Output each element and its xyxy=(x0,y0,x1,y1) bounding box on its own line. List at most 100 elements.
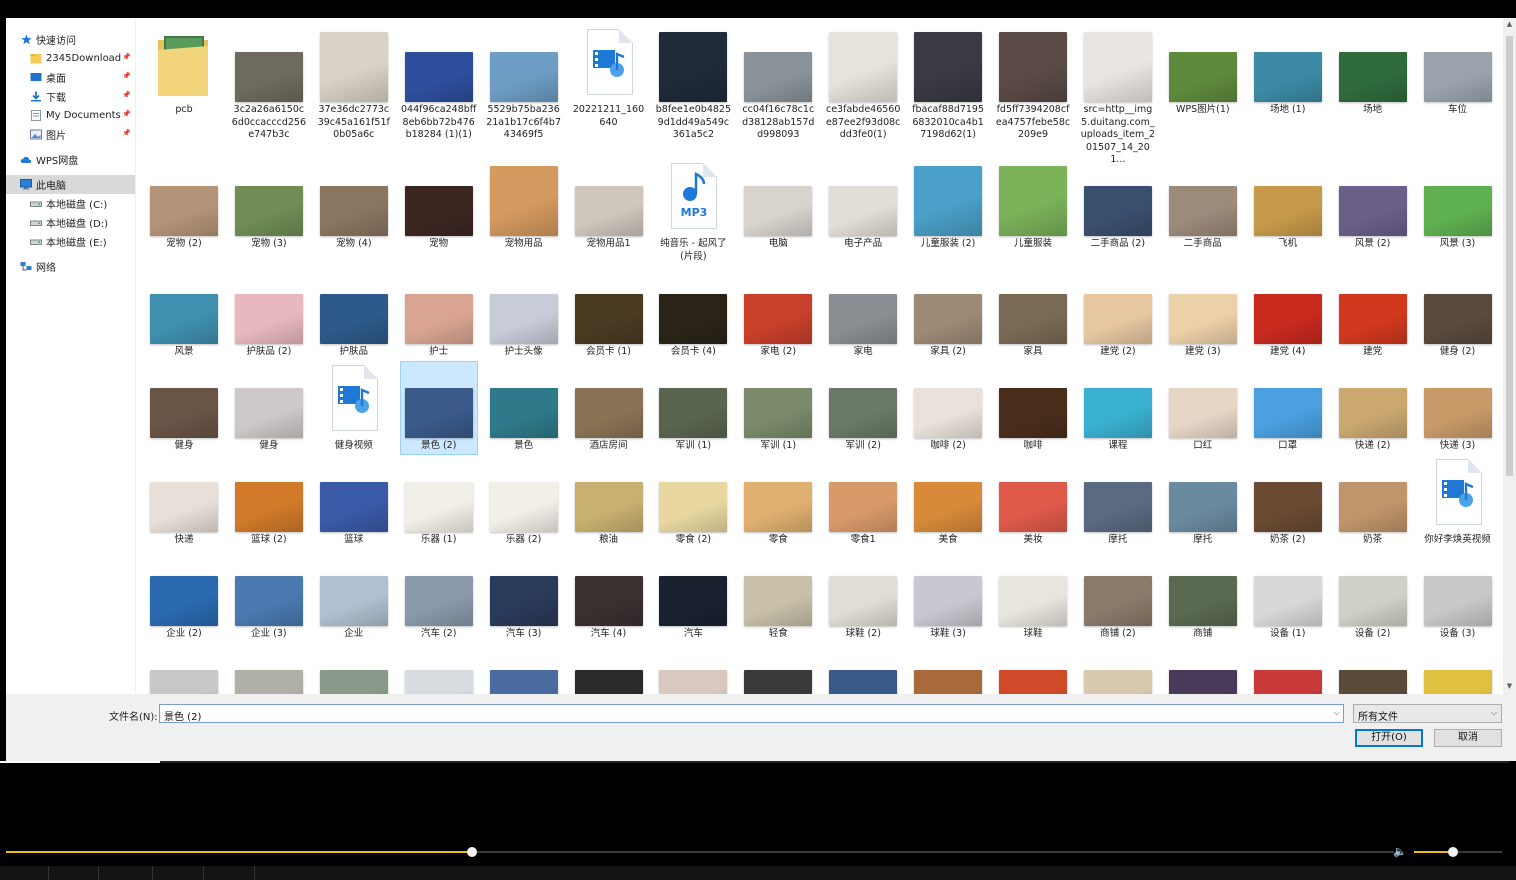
file-item[interactable]: 咖啡 (2) xyxy=(910,362,986,454)
file-item[interactable]: 场地 (1) xyxy=(1250,26,1326,156)
file-item[interactable]: 口罩 xyxy=(1250,362,1326,454)
file-item[interactable]: 飞机 xyxy=(1250,160,1326,264)
file-item[interactable]: 会员卡 (1) xyxy=(571,268,647,360)
nav-item[interactable]: 本地磁盘 (D:) xyxy=(6,213,135,232)
file-item[interactable]: 宠物 (3) xyxy=(231,160,307,264)
nav-item[interactable]: 下载 📌 xyxy=(6,87,135,106)
file-item[interactable]: 汽车 (3) xyxy=(486,550,562,642)
file-item[interactable]: WPS图片(1) xyxy=(1165,26,1241,156)
file-item[interactable]: 建党 (3) xyxy=(1165,268,1241,360)
file-item[interactable]: 会员卡 (4) xyxy=(655,268,731,360)
file-item[interactable]: 零食 (2) xyxy=(655,456,731,548)
file-item[interactable]: 3c2a26a6150c6d0ccacccd256e747b3c xyxy=(231,26,307,156)
file-item[interactable]: 快递 (3) xyxy=(1420,362,1496,454)
file-item[interactable]: 宠物用品 xyxy=(486,160,562,264)
file-item[interactable]: 摩托 xyxy=(1080,456,1156,548)
file-item[interactable]: 军训 (2) xyxy=(825,362,901,454)
file-item[interactable]: 球鞋 xyxy=(995,550,1071,642)
file-item[interactable]: 零食1 xyxy=(825,456,901,548)
file-item[interactable]: 设备 (1) xyxy=(1250,550,1326,642)
file-item[interactable]: 护士头像 xyxy=(486,268,562,360)
file-item[interactable]: 电脑 xyxy=(740,160,816,264)
file-item[interactable]: 酒店房间 xyxy=(571,362,647,454)
file-item[interactable]: 企业 (3) xyxy=(231,550,307,642)
file-item[interactable]: 商铺 xyxy=(1165,550,1241,642)
nav-item[interactable]: 本地磁盘 (E:) xyxy=(6,232,135,251)
file-item[interactable]: 篮球 (2) xyxy=(231,456,307,548)
file-item[interactable]: 快递 (2) xyxy=(1335,362,1411,454)
file-item[interactable]: 设备 (2) xyxy=(1335,550,1411,642)
file-item[interactable]: 宠物 xyxy=(401,160,477,264)
open-button[interactable]: 打开(O) xyxy=(1355,729,1423,747)
file-item[interactable] xyxy=(1250,644,1326,694)
seek-bar[interactable] xyxy=(6,847,1394,857)
cancel-button[interactable]: 取消 xyxy=(1434,729,1502,747)
file-item[interactable]: 篮球 xyxy=(316,456,392,548)
file-item[interactable]: 儿童服装 xyxy=(995,160,1071,264)
file-item[interactable]: 家具 (2) xyxy=(910,268,986,360)
nav-item[interactable]: 网络 xyxy=(6,257,135,276)
nav-item[interactable]: 2345Download 📌 xyxy=(6,49,135,68)
scroll-up-arrow-icon[interactable]: ▲ xyxy=(1505,20,1514,28)
file-item[interactable]: 5529b75ba23621a1b17c6f4b743469f5 xyxy=(486,26,562,156)
file-item[interactable]: 课程 xyxy=(1080,362,1156,454)
file-item[interactable]: 健身 (2) xyxy=(1420,268,1496,360)
file-item[interactable]: 口红 xyxy=(1165,362,1241,454)
file-item[interactable]: 家电 xyxy=(825,268,901,360)
seek-handle[interactable] xyxy=(467,847,478,857)
file-item[interactable]: 建党 (4) xyxy=(1250,268,1326,360)
nav-item[interactable]: 桌面 📌 xyxy=(6,68,135,87)
file-item[interactable]: 护肤品 xyxy=(316,268,392,360)
file-item[interactable]: 二手商品 (2) xyxy=(1080,160,1156,264)
file-item[interactable]: 儿童服装 (2) xyxy=(910,160,986,264)
file-item[interactable]: 二手商品 xyxy=(1165,160,1241,264)
filename-input[interactable]: 景色 (2) ⌵ xyxy=(159,704,1344,723)
vertical-scrollbar[interactable]: ▲ ▼ xyxy=(1503,18,1516,694)
file-item[interactable]: 宠物 (4) xyxy=(316,160,392,264)
file-item[interactable]: 场地 xyxy=(1335,26,1411,156)
file-item[interactable]: 零食 xyxy=(740,456,816,548)
nav-item[interactable]: 此电脑 xyxy=(6,175,135,194)
filetype-select[interactable]: 所有文件 ⌵ xyxy=(1353,704,1502,723)
file-item[interactable]: cc04f16c78c1cd38128ab157dd998093 xyxy=(740,26,816,156)
file-item[interactable] xyxy=(571,644,647,694)
file-item[interactable]: 家具 xyxy=(995,268,1071,360)
file-item[interactable]: 乐器 (1) xyxy=(401,456,477,548)
nav-item[interactable]: 图片 📌 xyxy=(6,125,135,144)
file-item[interactable]: 快递 xyxy=(146,456,222,548)
file-item[interactable]: pcb xyxy=(146,26,222,156)
file-item[interactable]: 汽车 (2) xyxy=(401,550,477,642)
file-item[interactable] xyxy=(401,644,477,694)
file-item[interactable]: 摩托 xyxy=(1165,456,1241,548)
file-item[interactable] xyxy=(995,644,1071,694)
file-item[interactable]: 建党 xyxy=(1335,268,1411,360)
file-item[interactable]: MP3 纯音乐 - 起风了 (片段) xyxy=(655,160,731,264)
nav-item[interactable]: WPS网盘 xyxy=(6,150,135,169)
file-item[interactable]: 车位 xyxy=(1420,26,1496,156)
file-item[interactable]: 护肤品 (2) xyxy=(231,268,307,360)
file-item[interactable]: fd5ff7394208cfea4757febe58c209e9 xyxy=(995,26,1071,156)
file-item[interactable]: fbacaf88d71956832010ca4b17198d62(1) xyxy=(910,26,986,156)
file-item[interactable] xyxy=(486,644,562,694)
chevron-down-icon[interactable]: ⌵ xyxy=(1334,708,1340,718)
file-item[interactable] xyxy=(825,644,901,694)
file-item[interactable]: 咖啡 xyxy=(995,362,1071,454)
file-item[interactable]: 企业 (2) xyxy=(146,550,222,642)
file-item[interactable]: 军训 (1) xyxy=(655,362,731,454)
file-item[interactable]: 设备 (3) xyxy=(1420,550,1496,642)
nav-item[interactable]: My Documents 📌 xyxy=(6,106,135,125)
file-item[interactable] xyxy=(1335,644,1411,694)
file-item[interactable]: 粮油 xyxy=(571,456,647,548)
file-item[interactable]: 家电 (2) xyxy=(740,268,816,360)
file-item[interactable]: 风景 xyxy=(146,268,222,360)
file-item[interactable]: 乐器 (2) xyxy=(486,456,562,548)
file-item[interactable]: src=http__img5.duitang.com_uploads_item_… xyxy=(1080,26,1156,165)
scrollbar-thumb[interactable] xyxy=(1506,36,1513,476)
file-item[interactable]: b8fee1e0b48259d1dd49a549c361a5c2 xyxy=(655,26,731,156)
file-item[interactable]: 建党 (2) xyxy=(1080,268,1156,360)
nav-item[interactable]: 本地磁盘 (C:) xyxy=(6,194,135,213)
file-item[interactable]: 风景 (2) xyxy=(1335,160,1411,264)
file-item[interactable]: 宠物 (2) xyxy=(146,160,222,264)
file-item[interactable] xyxy=(1080,644,1156,694)
file-item[interactable]: 20221211_160640 xyxy=(571,26,647,156)
